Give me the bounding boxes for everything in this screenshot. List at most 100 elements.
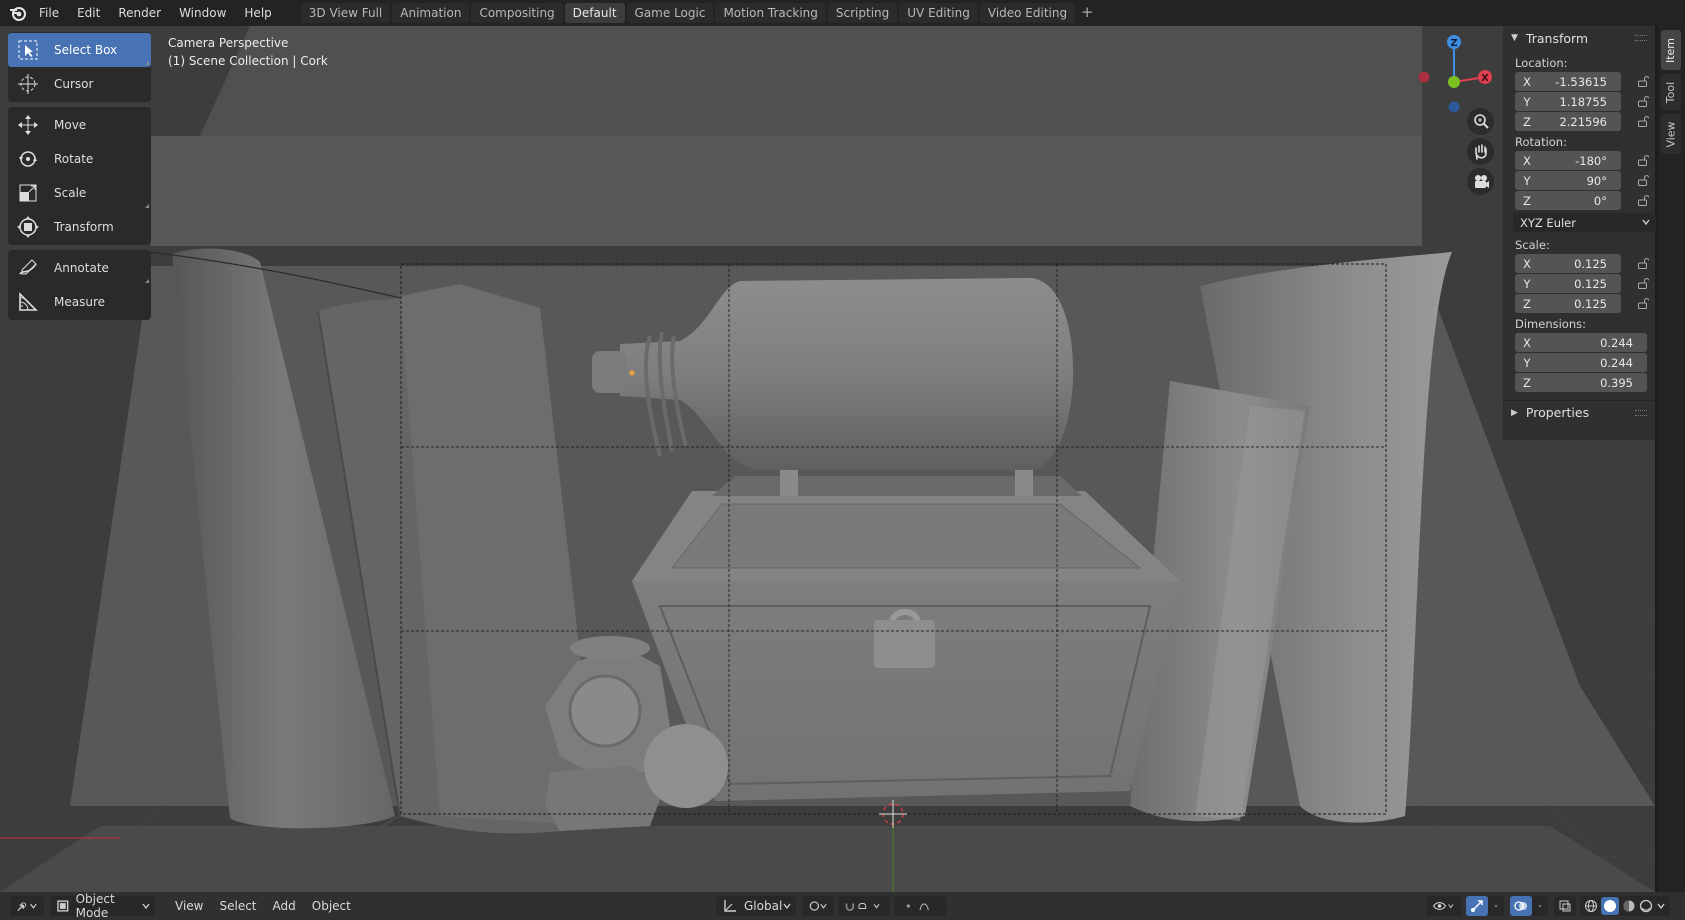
plus-icon[interactable]: +	[1077, 3, 1097, 23]
tab-video-editing[interactable]: Video Editing	[979, 3, 1076, 23]
transform-orientation-dropdown[interactable]: Global	[716, 896, 796, 916]
lock-icon[interactable]	[1637, 257, 1649, 269]
tab-game-logic[interactable]: Game Logic	[626, 3, 714, 23]
menu-object[interactable]: Object	[304, 896, 359, 916]
wireframe-shading-icon[interactable]	[1584, 899, 1598, 913]
transform-icon	[16, 215, 40, 239]
overlays-toggle-button[interactable]	[1510, 896, 1532, 916]
menu-window[interactable]: Window	[170, 0, 235, 26]
menu-help[interactable]: Help	[235, 0, 280, 26]
tool-options-indicator	[145, 279, 149, 283]
tab-tool[interactable]: Tool	[1661, 74, 1681, 110]
camera-view-icon[interactable]	[1467, 168, 1494, 195]
3d-viewport[interactable]: Select Box Cursor Move Rotate Scale Tran…	[0, 26, 1655, 892]
move-icon	[16, 113, 40, 137]
dimensions-x-field[interactable]: X 0.244	[1515, 333, 1647, 352]
lock-icon[interactable]	[1637, 75, 1649, 87]
location-y-field[interactable]: Y 1.18755	[1515, 92, 1649, 111]
rotate-tool[interactable]: Rotate	[8, 142, 151, 176]
dimensions-y-field[interactable]: Y 0.244	[1515, 353, 1647, 372]
proportional-editing-controls[interactable]	[894, 896, 946, 916]
properties-panel-header[interactable]: ▶ Properties	[1503, 400, 1655, 424]
sidebar-item-panel: ▼ Transform Location: X -1.53615 Y 1.18755…	[1503, 26, 1656, 440]
visibility-dropdown[interactable]	[1426, 896, 1462, 916]
location-x-field[interactable]: X -1.53615	[1515, 72, 1649, 91]
chevron-down-icon	[142, 903, 150, 910]
hand-pan-icon[interactable]	[1467, 138, 1494, 165]
shading-mode-buttons[interactable]	[1580, 896, 1670, 916]
drag-grip-icon[interactable]	[1635, 35, 1647, 41]
location-z-field[interactable]: Z 2.21596	[1515, 112, 1649, 131]
move-tool[interactable]: Move	[8, 108, 151, 142]
menu-view[interactable]: View	[167, 896, 211, 916]
drag-grip-icon[interactable]	[1635, 410, 1647, 416]
scale-y-field[interactable]: Y 0.125	[1515, 274, 1649, 293]
lock-icon[interactable]	[1637, 174, 1649, 186]
transform-panel-title: Transform	[1525, 30, 1589, 46]
select-box-tool[interactable]: Select Box	[8, 33, 151, 67]
rotation-y-field[interactable]: Y 90°	[1515, 171, 1649, 190]
menu-select[interactable]: Select	[211, 896, 264, 916]
lock-icon[interactable]	[1637, 194, 1649, 206]
tab-item[interactable]: Item	[1661, 30, 1681, 70]
tab-motion-tracking[interactable]: Motion Tracking	[715, 3, 826, 23]
transform-panel-header[interactable]: ▼ Transform	[1503, 26, 1655, 50]
rendered-shading-icon[interactable]	[1639, 899, 1653, 913]
rotation-x-field[interactable]: X -180°	[1515, 151, 1649, 170]
measure-tool[interactable]: Measure	[8, 285, 151, 319]
object-mode-icon	[57, 900, 69, 912]
menu-render[interactable]: Render	[109, 0, 170, 26]
tab-uv-editing[interactable]: UV Editing	[899, 3, 978, 23]
gizmo-toggle-button[interactable]	[1466, 896, 1488, 916]
transform-tool[interactable]: Transform	[8, 210, 151, 244]
solid-shading-icon[interactable]	[1601, 897, 1619, 915]
chevron-down-icon[interactable]	[1656, 900, 1666, 912]
lock-icon[interactable]	[1637, 297, 1649, 309]
top-bar: File Edit Render Window Help 3D View Ful…	[0, 0, 1685, 26]
chevron-down-icon	[783, 903, 791, 910]
scene-render[interactable]	[0, 26, 1655, 892]
scale-x-field[interactable]: X 0.125	[1515, 254, 1649, 273]
tab-animation[interactable]: Animation	[392, 3, 470, 23]
tool-options-indicator	[145, 61, 149, 65]
blender-logo-icon[interactable]	[6, 1, 30, 25]
svg-text:X: X	[1481, 73, 1489, 84]
view-mode-label: Camera Perspective	[168, 36, 289, 50]
gizmo-y-icon	[1448, 76, 1460, 88]
lock-icon[interactable]	[1637, 277, 1649, 289]
lock-icon[interactable]	[1637, 95, 1649, 107]
rotation-mode-dropdown[interactable]: XYZ Euler	[1513, 213, 1656, 232]
pivot-point-dropdown[interactable]	[802, 896, 834, 916]
material-shading-icon[interactable]	[1622, 899, 1636, 913]
transform-tools-group: Move Rotate Scale Transform	[8, 107, 151, 245]
properties-panel-title: Properties	[1525, 405, 1590, 420]
object-mode-dropdown[interactable]: Object Mode	[50, 892, 155, 920]
gizmo-dropdown[interactable]	[1488, 896, 1504, 916]
tab-compositing[interactable]: Compositing	[471, 3, 563, 23]
cursor-icon	[16, 72, 40, 96]
menu-file[interactable]: File	[30, 0, 68, 26]
orientation-icon	[724, 900, 736, 912]
lock-icon[interactable]	[1637, 154, 1649, 166]
zoom-icon[interactable]	[1467, 108, 1494, 135]
rotation-z-field[interactable]: Z 0°	[1515, 191, 1649, 210]
collection-label: (1) Scene Collection | Cork	[168, 54, 328, 68]
xray-toggle-button[interactable]	[1554, 896, 1576, 916]
tab-view[interactable]: View	[1661, 114, 1681, 154]
tab-3d-view-full[interactable]: 3D View Full	[300, 3, 391, 23]
snapping-controls[interactable]	[838, 896, 890, 916]
overlays-dropdown[interactable]	[1532, 896, 1548, 916]
editor-type-button[interactable]	[10, 896, 44, 916]
scale-z-field[interactable]: Z 0.125	[1515, 294, 1649, 313]
measure-label: Measure	[54, 295, 105, 309]
annotate-tool[interactable]: Annotate	[8, 251, 151, 285]
dimensions-z-field[interactable]: Z 0.395	[1515, 373, 1647, 392]
cursor-tool[interactable]: Cursor	[8, 67, 151, 101]
tab-default[interactable]: Default	[564, 3, 625, 23]
scale-tool[interactable]: Scale	[8, 176, 151, 210]
lock-icon[interactable]	[1637, 115, 1649, 127]
menu-add[interactable]: Add	[265, 896, 304, 916]
navigation-gizmo[interactable]: Z X	[1405, 34, 1497, 118]
menu-edit[interactable]: Edit	[68, 0, 109, 26]
tab-scripting[interactable]: Scripting	[827, 3, 898, 23]
